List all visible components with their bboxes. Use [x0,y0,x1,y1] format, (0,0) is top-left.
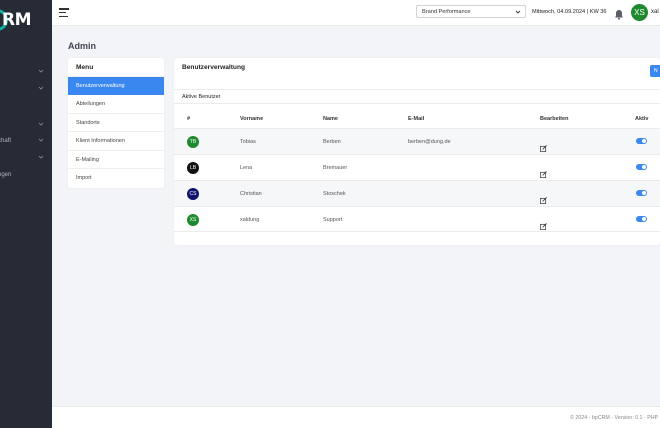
new-user-button[interactable]: N [650,65,660,77]
user-avatar: CS [187,188,199,200]
active-toggle[interactable] [636,138,647,144]
table-row: TB Tobias Berben berben@dung.de [174,128,660,154]
footer: © 2024 - bpCRM - Version: 0.1 - PHP [52,406,660,428]
edit-icon[interactable] [540,217,547,230]
divider [174,89,660,90]
sidebar-item[interactable] [0,118,52,134]
user-avatar: LB [187,162,199,174]
first-name: Lena [240,165,253,171]
table-row: CS Christian Stoschek [174,180,660,206]
menu-item-klient-informationen[interactable]: Klient Informationen [68,132,164,151]
column-header-vorname[interactable]: Vorname [240,116,263,122]
brand-select-value: Brand Performance [422,9,471,15]
menu-item-standorte[interactable]: Standorte [68,114,164,133]
chevron-down-icon [38,154,44,160]
admin-menu: Menu Benutzerverwaltung Abteilungen Stan… [68,58,164,188]
chevron-down-icon [38,121,44,127]
last-name: Berben [323,139,341,145]
first-name: xaldung [240,217,260,223]
sidebar-item[interactable] [0,151,52,167]
user-avatar: TB [187,136,199,148]
sidebar: RM chaft ngen [0,0,52,428]
user-avatar: XS [187,214,199,226]
column-header-index: # [187,116,191,122]
chevron-down-icon [38,137,44,143]
sidebar-item-label: ngen [0,172,12,178]
page-title: Admin [68,41,96,51]
user-name[interactable]: xal [651,9,659,15]
first-name: Tobias [240,139,256,145]
column-header-email[interactable]: E-Mail [408,116,424,122]
column-header-aktiv: Aktiv [635,116,649,122]
user-avatar[interactable]: XS [631,4,648,21]
menu-item-import[interactable]: Import [68,169,164,187]
edit-icon[interactable] [540,139,547,152]
chevron-down-icon [38,85,44,91]
menu-item-benutzerverwaltung[interactable]: Benutzerverwaltung [68,77,164,96]
column-header-bearbeiten: Bearbeiten [540,116,569,122]
sidebar-item[interactable]: chaft [0,134,52,150]
active-users-heading: Aktive Benutzer [182,94,221,100]
table-row: LB Lena Bremauer [174,154,660,180]
sidebar-item-label: chaft [0,138,12,144]
hamburger-menu-icon[interactable] [59,8,69,18]
last-name: Stoschek [323,191,346,197]
menu-item-abteilungen[interactable]: Abteilungen [68,95,164,114]
edit-icon[interactable] [540,165,547,178]
bell-icon[interactable] [614,7,624,20]
divider [174,103,660,104]
brand-logo[interactable]: RM [2,10,32,30]
footer-text: © 2024 - bpCRM - Version: 0.1 - PHP [570,415,659,421]
last-name: Bremauer [323,165,348,171]
active-toggle[interactable] [636,190,647,196]
sidebar-item[interactable] [0,65,52,81]
column-header-name[interactable]: Name [323,116,338,122]
active-toggle[interactable] [636,164,647,170]
current-date: Mittwoch, 04.09.2024 | KW 36 [532,9,607,15]
last-name: Support [323,217,343,223]
chevron-down-icon [515,9,521,15]
card-title: Benutzerverwaltung [182,64,246,71]
sidebar-item[interactable] [0,82,52,98]
table-row: XS xaldung Support [174,206,660,232]
brand-select[interactable]: Brand Performance [416,5,526,18]
first-name: Christian [240,191,262,197]
active-toggle[interactable] [636,216,647,222]
users-card: Benutzerverwaltung N Aktive Benutzer # V… [174,58,660,245]
top-header: Brand Performance Mittwoch, 04.09.2024 |… [52,0,660,26]
email: berben@dung.de [408,139,451,145]
menu-item-e-mailing[interactable]: E-Mailing [68,151,164,169]
menu-title: Menu [68,58,164,77]
sidebar-item[interactable]: ngen [0,168,52,184]
edit-icon[interactable] [540,191,547,204]
chevron-down-icon [38,68,44,74]
